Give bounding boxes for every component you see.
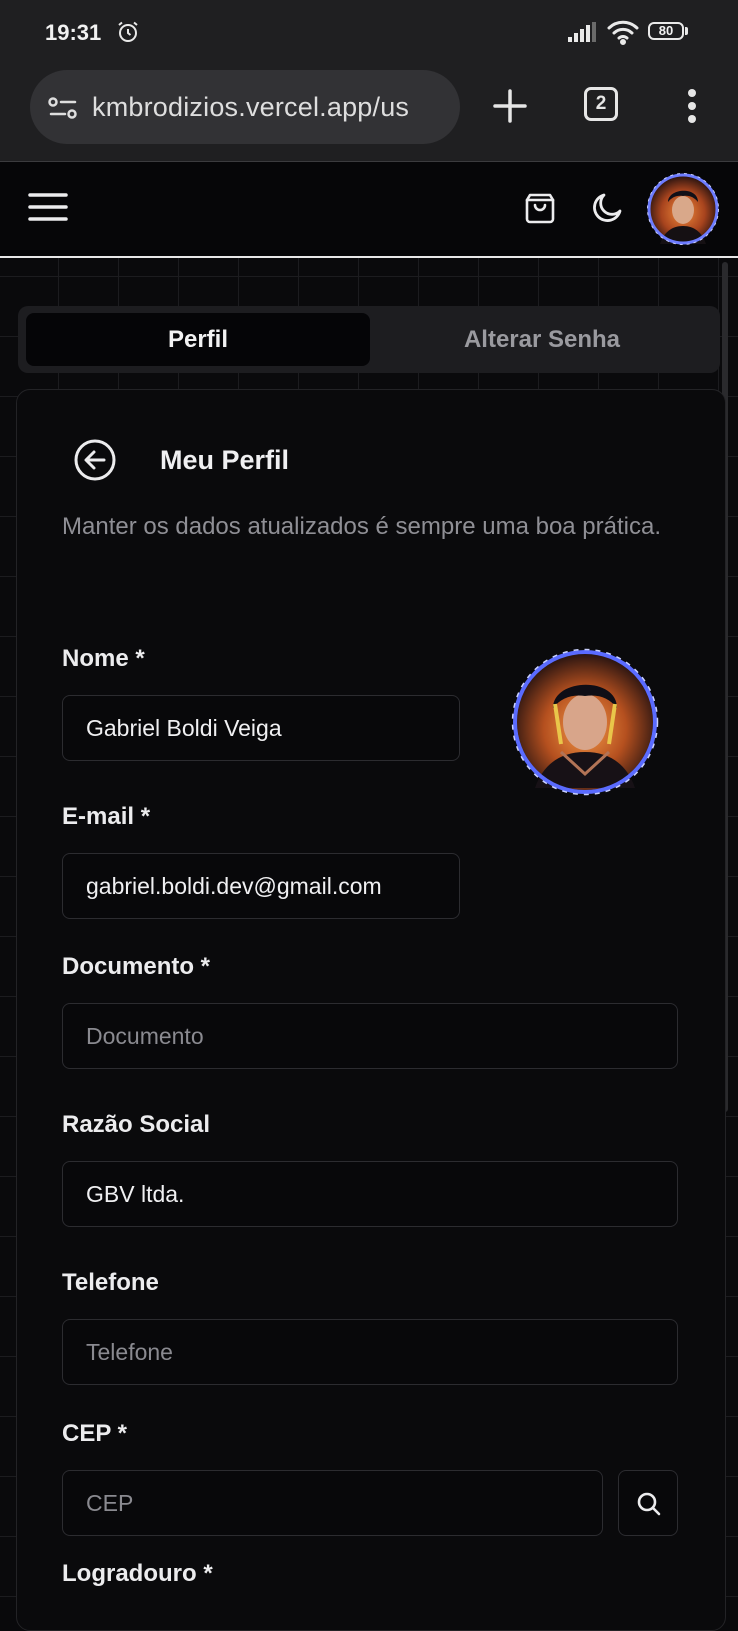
wifi-icon [607,19,639,45]
search-icon [637,1492,661,1516]
more-vert-icon[interactable] [680,86,704,126]
page-title: Meu Perfil [160,445,290,475]
documento-input[interactable] [62,1003,678,1069]
cep-input[interactable] [62,1470,603,1536]
email-label: E-mail * [62,803,151,830]
tab-alterar-senha[interactable]: Alterar Senha [370,313,714,366]
url-text[interactable]: kmbrodizios.vercel.app/us [92,92,409,123]
nome-label: Nome * [62,645,145,672]
battery-level: 80 [658,23,674,38]
hamburger-icon[interactable] [28,192,68,222]
alarm-icon [116,20,140,44]
shopping-bag-icon[interactable] [525,192,555,224]
battery-indicator: 80 [648,22,690,42]
profile-card: Meu Perfil Manter os dados atualizados é… [16,389,726,1631]
signal-icon [568,22,598,42]
email-input[interactable] [62,853,460,919]
tab-switcher-button[interactable]: 2 [584,87,618,121]
cep-search-button[interactable] [618,1470,678,1536]
tab-perfil[interactable]: Perfil [26,313,370,366]
app-header [0,162,738,258]
telefone-input[interactable] [62,1319,678,1385]
avatar[interactable] [646,172,720,246]
status-time: 19:31 [45,20,102,45]
documento-label: Documento * [62,953,211,980]
logradouro-label: Logradouro * [62,1560,213,1587]
address-bar[interactable]: kmbrodizios.vercel.app/us [30,70,460,144]
profile-avatar[interactable] [511,648,659,796]
telefone-label: Telefone [62,1269,159,1296]
status-bar: 19:31 80 [0,0,738,62]
back-arrow-icon[interactable] [73,438,117,482]
moon-icon[interactable] [590,191,624,225]
razao-social-label: Razão Social [62,1111,211,1138]
nome-input[interactable] [62,695,460,761]
battery-tip [685,27,688,35]
new-tab-button[interactable] [490,86,530,126]
razao-social-input[interactable] [62,1161,678,1227]
cep-label: CEP * [62,1420,127,1447]
browser-toolbar: kmbrodizios.vercel.app/us 2 [0,62,738,162]
page-description: Manter os dados atualizados é sempre uma… [62,513,662,540]
site-settings-icon[interactable] [48,95,78,121]
profile-tabs: Perfil Alterar Senha [18,306,720,373]
